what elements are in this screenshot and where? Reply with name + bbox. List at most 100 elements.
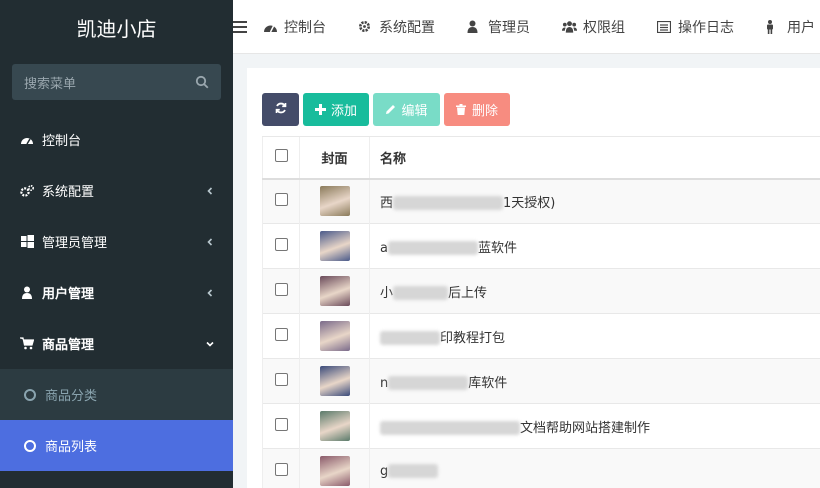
tab-dashboard[interactable]: 控制台 — [247, 17, 342, 37]
product-thumbnail[interactable] — [319, 411, 350, 441]
table-row[interactable]: 印教程打包 — [262, 313, 820, 359]
cover-cell — [299, 178, 370, 224]
header-select-all[interactable] — [262, 136, 300, 180]
table-header-row: 封面 名称 — [262, 136, 820, 180]
cover-cell — [299, 448, 370, 488]
select-all-checkbox[interactable] — [274, 148, 288, 162]
sidebar-menu: 控制台 系统配置 管理员管理 用户管理 商品管理 商品分类 商品列表 — [0, 114, 233, 471]
cover-cell — [299, 403, 370, 449]
refresh-button[interactable] — [262, 93, 299, 126]
sidebar: 凯迪小店 搜索菜单 控制台 系统配置 管理员管理 用户管理 商品管理 商品分类 … — [0, 0, 233, 488]
sidebar-subitem-product-category[interactable]: 商品分类 — [0, 369, 233, 420]
redacted-text — [387, 241, 478, 255]
dashboard-icon — [20, 133, 34, 147]
product-submenu: 商品分类 商品列表 — [0, 369, 233, 471]
product-thumbnail[interactable] — [319, 456, 350, 487]
table-row[interactable]: n 库软件 — [262, 358, 820, 404]
gear-icon — [358, 19, 373, 34]
dashboard-icon — [263, 19, 278, 34]
row-checkbox[interactable] — [274, 462, 288, 476]
male-icon — [766, 19, 781, 34]
name-cell: 小 后上传 — [369, 268, 820, 314]
redacted-text — [388, 464, 439, 479]
name-cell: n 库软件 — [369, 358, 820, 404]
redacted-text — [388, 376, 469, 390]
row-checkbox[interactable] — [274, 372, 288, 386]
trash-icon — [455, 103, 468, 116]
table-row[interactable]: 西 1天授权) — [262, 178, 820, 224]
row-checkbox[interactable] — [274, 282, 288, 296]
sidebar-item-label: 控制台 — [42, 134, 82, 149]
product-thumbnail[interactable] — [319, 321, 350, 351]
sidebar-item-label: 用户管理 — [42, 287, 95, 302]
sidebar-subitem-product-list[interactable]: 商品列表 — [0, 420, 233, 471]
product-thumbnail[interactable] — [319, 276, 350, 306]
app-logo[interactable]: 凯迪小店 — [0, 0, 233, 54]
delete-button[interactable]: 删除 — [444, 93, 510, 126]
product-thumbnail[interactable] — [319, 231, 350, 261]
redacted-text — [393, 196, 504, 211]
sidebar-item-product-management[interactable]: 商品管理 — [0, 318, 233, 369]
row-checkbox[interactable] — [274, 327, 288, 341]
header-name[interactable]: 名称 — [369, 136, 820, 180]
tab-system-config[interactable]: 系统配置 — [342, 17, 451, 37]
header-cover[interactable]: 封面 — [299, 136, 370, 180]
search-icon[interactable] — [195, 75, 209, 89]
product-thumbnail[interactable] — [319, 186, 350, 217]
cogs-icon — [20, 184, 34, 198]
tab-admin[interactable]: 管理员 — [451, 17, 546, 37]
tab-user[interactable]: 用户 — [750, 17, 820, 37]
product-name-prefix: g — [380, 463, 389, 479]
row-checkbox-cell[interactable] — [262, 223, 300, 269]
row-checkbox-cell[interactable] — [262, 448, 300, 488]
row-checkbox[interactable] — [274, 237, 288, 251]
tab-label: 系统配置 — [379, 19, 435, 36]
sidebar-item-dashboard[interactable]: 控制台 — [0, 114, 233, 165]
table-row[interactable]: g — [262, 448, 820, 488]
table-toolbar: 添加 编辑 删除 — [262, 93, 510, 126]
plus-icon — [314, 103, 327, 116]
sidebar-item-label: 系统配置 — [42, 185, 95, 200]
cover-cell — [299, 268, 370, 314]
add-button[interactable]: 添加 — [303, 93, 369, 126]
row-checkbox-cell[interactable] — [262, 178, 300, 224]
sidebar-item-user-management[interactable]: 用户管理 — [0, 267, 233, 318]
product-name-suffix: 后上传 — [448, 285, 488, 301]
sidebar-item-system-config[interactable]: 系统配置 — [0, 165, 233, 216]
menu-toggle-icon[interactable] — [233, 20, 247, 33]
list-icon — [657, 19, 672, 34]
sidebar-item-admin-management[interactable]: 管理员管理 — [0, 216, 233, 267]
row-checkbox-cell[interactable] — [262, 358, 300, 404]
tab-operation-log[interactable]: 操作日志 — [641, 17, 750, 37]
row-checkbox-cell[interactable] — [262, 268, 300, 314]
table-row[interactable]: a 蓝软件 — [262, 223, 820, 269]
redacted-text — [393, 286, 449, 300]
table-row[interactable]: 文档帮助网站搭建制作 — [262, 403, 820, 449]
sidebar-subitem-label: 商品列表 — [45, 440, 98, 455]
product-name-prefix: n — [380, 375, 389, 391]
product-name-suffix: 1天授权) — [503, 195, 556, 211]
circle-icon — [24, 388, 36, 401]
cover-cell — [299, 358, 370, 404]
refresh-icon — [275, 102, 287, 118]
row-checkbox-cell[interactable] — [262, 313, 300, 359]
search-menu-input[interactable]: 搜索菜单 — [24, 73, 195, 92]
product-thumbnail[interactable] — [319, 366, 350, 396]
tab-auth-group[interactable]: 权限组 — [546, 17, 641, 37]
name-cell: g — [369, 448, 820, 488]
row-checkbox[interactable] — [274, 192, 288, 206]
redacted-text — [380, 421, 520, 435]
row-checkbox-cell[interactable] — [262, 403, 300, 449]
edit-button[interactable]: 编辑 — [373, 93, 440, 126]
row-checkbox[interactable] — [274, 417, 288, 431]
sidebar-subitem-label: 商品分类 — [45, 389, 98, 404]
tab-label: 控制台 — [284, 19, 326, 36]
product-name-prefix: 西 — [380, 195, 394, 211]
chevron-down-icon — [205, 339, 215, 349]
product-name-prefix: a — [380, 240, 388, 256]
search-menu-box[interactable]: 搜索菜单 — [12, 64, 221, 100]
edit-button-label: 编辑 — [401, 104, 428, 119]
name-cell: a 蓝软件 — [369, 223, 820, 269]
name-cell: 西 1天授权) — [369, 178, 820, 224]
table-row[interactable]: 小 后上传 — [262, 268, 820, 314]
